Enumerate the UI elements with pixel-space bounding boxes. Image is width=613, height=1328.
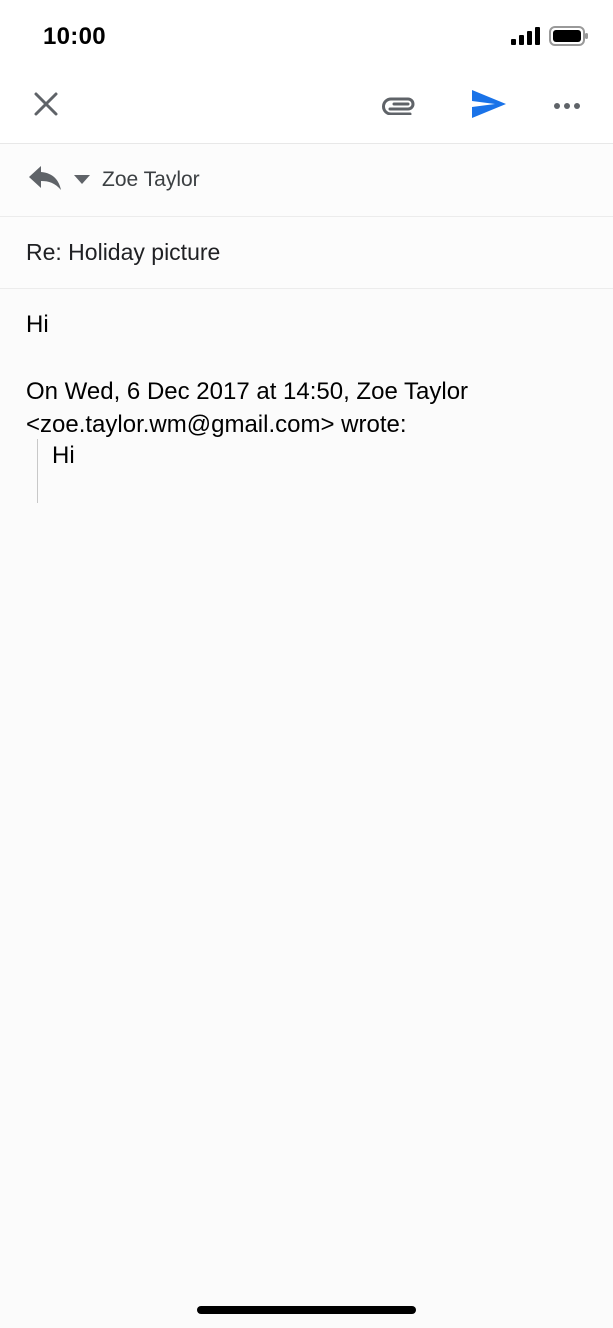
home-indicator[interactable] xyxy=(197,1306,416,1314)
recipient-dropdown[interactable] xyxy=(72,172,92,188)
compose-toolbar xyxy=(0,70,613,144)
close-button[interactable] xyxy=(24,84,68,128)
quote-bar xyxy=(37,439,38,503)
more-options-button[interactable] xyxy=(545,84,589,128)
send-icon xyxy=(471,89,507,124)
quoted-message-body: Hi xyxy=(52,442,75,469)
recipient-name[interactable]: Zoe Taylor xyxy=(102,168,200,192)
reply-mode-button[interactable] xyxy=(26,164,64,196)
body-text[interactable]: Hi xyxy=(26,311,49,339)
chevron-down-icon xyxy=(74,171,90,189)
status-bar: 10:00 xyxy=(0,0,613,70)
attach-button[interactable] xyxy=(378,84,422,128)
reply-icon xyxy=(28,165,62,196)
status-icons xyxy=(511,26,589,51)
more-horizontal-icon xyxy=(553,97,581,115)
quoted-message-header: On Wed, 6 Dec 2017 at 14:50, Zoe Taylor … xyxy=(26,378,469,438)
status-time: 10:00 xyxy=(43,23,106,50)
message-body[interactable]: Hi On Wed, 6 Dec 2017 at 14:50, Zoe Tayl… xyxy=(0,289,613,1328)
paperclip-icon xyxy=(382,93,418,120)
close-icon xyxy=(33,91,59,122)
subject-field[interactable]: Re: Holiday picture xyxy=(0,217,613,289)
send-button[interactable] xyxy=(466,84,512,128)
cellular-signal-icon xyxy=(511,27,541,50)
subject-text[interactable]: Re: Holiday picture xyxy=(26,239,220,266)
battery-icon xyxy=(549,26,589,51)
recipient-row[interactable]: Zoe Taylor xyxy=(0,144,613,217)
